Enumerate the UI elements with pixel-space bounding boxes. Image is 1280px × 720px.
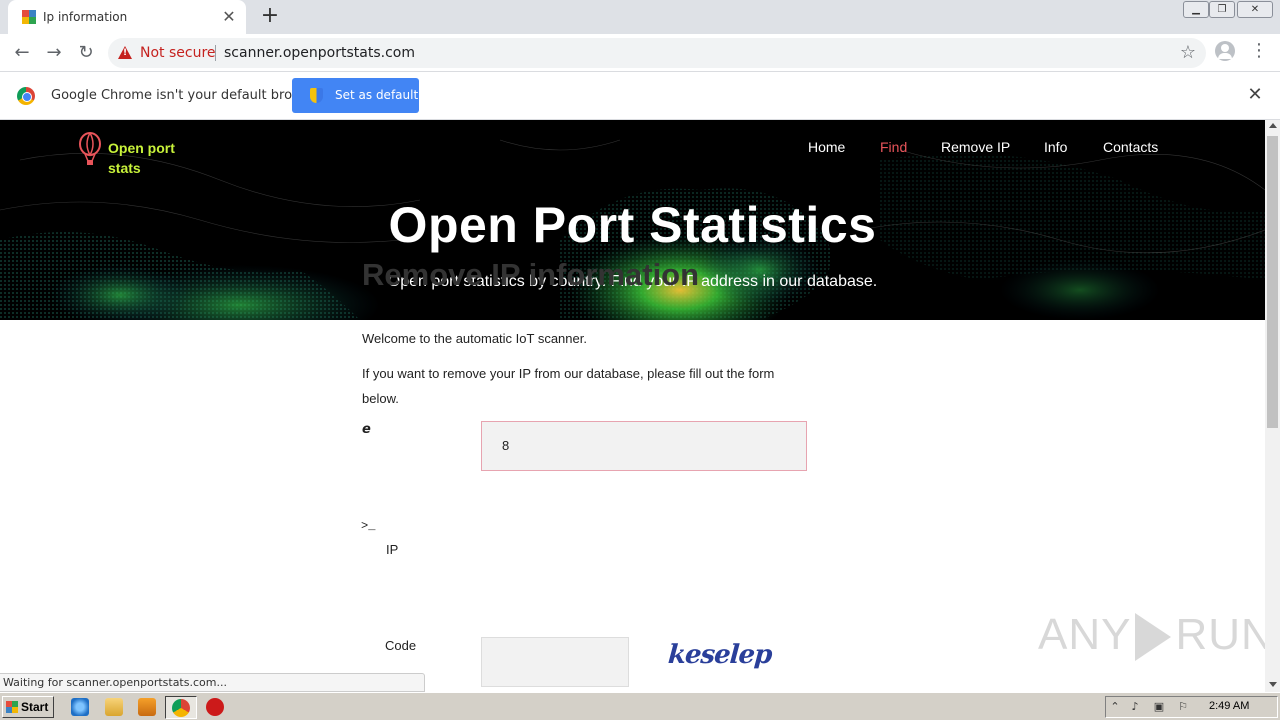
address-bar[interactable]: Not secure scanner.openportstats.com ☆	[108, 38, 1206, 68]
new-tab-button[interactable]: +	[258, 5, 282, 29]
not-secure-warning-icon[interactable]	[118, 46, 132, 59]
opera-taskbar-icon[interactable]	[206, 698, 224, 716]
set-as-default-button[interactable]: Set as default	[292, 78, 419, 113]
logo-line-2: stats	[108, 160, 141, 176]
window-minimize-button[interactable]: ▁	[1183, 1, 1209, 18]
watermark-left: ANY	[1038, 610, 1132, 659]
watermark-right: RUN	[1175, 610, 1274, 659]
browser-tab-active[interactable]: Ip information ✕	[8, 0, 246, 34]
page-heading: Remove IP information	[362, 257, 700, 292]
page-scrollbar[interactable]	[1265, 120, 1280, 692]
ip-input[interactable]: 8	[481, 421, 807, 471]
terminal-prompt-icon: >_	[361, 519, 376, 533]
chrome-taskbar-button[interactable]	[165, 696, 197, 719]
forward-arrow-icon[interactable]: →	[42, 41, 66, 65]
url-text[interactable]: scanner.openportstats.com	[224, 45, 415, 61]
volume-icon[interactable]: ♪	[1128, 700, 1142, 714]
infobar-close-icon[interactable]: ✕	[1246, 86, 1264, 104]
system-tray: ⌃ ♪ ▣ ⚐ 2:49 AM	[1105, 696, 1278, 718]
internet-explorer-icon: e	[362, 422, 371, 437]
hero-title: Open Port Statistics	[388, 197, 877, 253]
nav-link-remove-ip[interactable]: Remove IP	[941, 139, 1010, 155]
nav-link-home[interactable]: Home	[808, 139, 845, 155]
address-separator	[215, 45, 216, 61]
media-player-taskbar-icon[interactable]	[138, 698, 156, 716]
default-browser-infobar: Google Chrome isn't your default browser…	[0, 72, 1280, 120]
nav-link-info[interactable]: Info	[1044, 139, 1067, 155]
bookmark-star-icon[interactable]: ☆	[1180, 42, 1196, 63]
tray-expand-icon[interactable]: ⌃	[1108, 700, 1122, 714]
taskbar-clock[interactable]: 2:49 AM	[1209, 700, 1249, 712]
back-arrow-icon[interactable]: ←	[10, 41, 34, 65]
network-icon[interactable]: ▣	[1152, 700, 1166, 714]
chrome-taskbar-icon	[172, 699, 190, 717]
window-restore-button[interactable]: ❐	[1209, 1, 1235, 18]
uac-shield-icon	[310, 88, 323, 103]
anyrun-watermark: ANY RUN	[1038, 610, 1274, 662]
set-as-default-label: Set as default	[335, 88, 419, 102]
ip-label: IP	[386, 542, 399, 557]
captcha-image: keselep	[666, 640, 773, 670]
windows-flag-icon	[6, 701, 18, 713]
scroll-up-arrow-icon[interactable]	[1269, 123, 1277, 128]
browser-toolbar: ← → ↻ Not secure scanner.openportstats.c…	[0, 34, 1280, 72]
code-label: Code	[385, 638, 417, 653]
file-explorer-taskbar-icon[interactable]	[105, 698, 123, 716]
watermark-play-icon	[1135, 613, 1172, 662]
scroll-down-arrow-icon[interactable]	[1269, 682, 1277, 687]
start-button[interactable]: Start	[2, 696, 54, 718]
site-favicon-icon	[22, 10, 36, 24]
welcome-text: Welcome to the automatic IoT scanner.	[362, 331, 587, 346]
windows-taskbar: Start ⌃ ♪ ▣ ⚐ 2:49 AM	[0, 692, 1280, 720]
infobar-message: Google Chrome isn't your default browser	[51, 88, 323, 103]
captcha-code-input[interactable]	[481, 637, 629, 687]
chrome-menu-icon[interactable]: ⋮	[1250, 42, 1268, 62]
not-secure-label[interactable]: Not secure	[140, 45, 216, 61]
tab-close-icon[interactable]: ✕	[220, 8, 238, 26]
nav-link-find[interactable]: Find	[880, 139, 907, 155]
tab-strip: Ip information ✕ + ▁ ❐ ✕	[0, 0, 1280, 34]
chrome-logo-icon	[17, 87, 35, 105]
instructions-text: If you want to remove your IP from our d…	[362, 366, 775, 406]
internet-explorer-taskbar-icon[interactable]	[71, 698, 89, 716]
profile-avatar-icon[interactable]	[1215, 41, 1235, 61]
action-center-flag-icon[interactable]: ⚐	[1176, 700, 1190, 714]
tab-title: Ip information	[43, 10, 128, 24]
start-label: Start	[21, 700, 49, 714]
reload-icon[interactable]: ↻	[74, 41, 98, 65]
site-navigation: Home Find Remove IP Info Contacts	[0, 139, 1265, 159]
scroll-thumb[interactable]	[1267, 136, 1278, 428]
nav-link-contacts[interactable]: Contacts	[1103, 139, 1158, 155]
window-close-button[interactable]: ✕	[1237, 1, 1273, 18]
status-bubble: Waiting for scanner.openportstats.com...	[0, 673, 425, 692]
